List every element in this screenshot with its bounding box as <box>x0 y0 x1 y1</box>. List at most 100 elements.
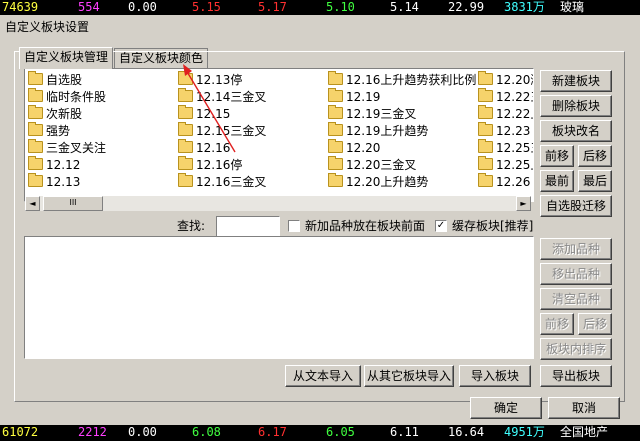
sector-list-item-label: 三金叉关注 <box>46 141 107 155</box>
sector-list-item[interactable]: 12.20 <box>328 139 381 156</box>
sort-in-sector-button[interactable]: 板块内排序 <box>540 338 612 360</box>
import-from-text-button[interactable]: 从文本导入 <box>285 365 361 387</box>
tab-sector-management[interactable]: 自定义板块管理 <box>19 47 114 69</box>
folder-icon <box>478 105 493 119</box>
rename-sector-button[interactable]: 板块改名 <box>540 120 612 142</box>
import-sector-button[interactable]: 导入板块 <box>459 365 531 387</box>
sector-list-item-label: 12.20上升趋势 <box>346 175 429 189</box>
sector-list-item-label: 12.22上 <box>496 107 533 121</box>
sector-list-item[interactable]: 12.19三金叉 <box>328 105 417 122</box>
scroll-thumb[interactable]: III <box>43 196 103 211</box>
sector-list-item[interactable]: 12.26 <box>478 173 531 190</box>
sector-list-item[interactable]: 12.14三金叉 <box>178 88 267 105</box>
sector-list-item[interactable]: 12.20涨 <box>478 71 533 88</box>
window-title: 自定义板块设置 <box>5 20 90 34</box>
sector-list-item-label: 12.13 <box>46 175 81 189</box>
sector-list-item[interactable]: 12.19上升趋势 <box>328 122 429 139</box>
sector-list-item-label: 12.14三金叉 <box>196 90 267 104</box>
folder-icon <box>178 156 193 170</box>
ticker-top-volume: 74639 <box>2 0 39 14</box>
folder-icon <box>178 88 193 102</box>
migrate-watchlist-button[interactable]: 自选股迁移 <box>540 195 612 217</box>
sector-list-item-label: 12.12 <box>46 158 81 172</box>
folder-icon <box>478 156 493 170</box>
cache-sector-label: 缓存板块[推荐] <box>452 219 534 233</box>
move-forward-button[interactable]: 前移 <box>540 145 574 167</box>
ticker-bottom-price: 6.11 <box>390 425 419 439</box>
sector-list-item[interactable]: 12.19 <box>328 88 380 105</box>
sector-list-item[interactable]: 12.16停 <box>178 156 243 173</box>
search-label: 查找: <box>177 219 206 233</box>
folder-icon <box>328 173 343 187</box>
sector-list-item-label: 12.16三金叉 <box>196 175 267 189</box>
ticker-top-price: 5.14 <box>390 0 419 14</box>
sector-list-item[interactable]: 12.25上 <box>478 156 533 173</box>
sector-list-item[interactable]: 12.20三金叉 <box>328 156 416 173</box>
sector-list-item-label: 12.19上升趋势 <box>346 124 429 138</box>
sector-list-item[interactable]: 强势 <box>28 122 70 139</box>
export-sector-button[interactable]: 导出板块 <box>540 365 612 387</box>
ticker-top-open: 5.15 <box>192 0 221 14</box>
scroll-right-arrow-icon[interactable]: ► <box>516 196 531 211</box>
clear-items-button[interactable]: 清空品种 <box>540 288 612 310</box>
import-from-other-sector-button[interactable]: 从其它板块导入 <box>364 365 454 387</box>
sector-list-item[interactable]: 12.23 <box>478 122 530 139</box>
sector-list-item[interactable]: 12.15三金叉 <box>178 122 266 139</box>
title-bar[interactable]: 自定义板块设置 <box>0 15 640 35</box>
move-last-button[interactable]: 最后 <box>578 170 612 192</box>
add-item-button[interactable]: 添加品种 <box>540 238 612 260</box>
quote-ticker-top: 74639 554 0.00 5.15 5.17 5.10 5.14 22.99… <box>0 0 640 16</box>
folder-icon <box>28 156 43 170</box>
item-backward-button[interactable]: 后移 <box>578 313 612 335</box>
sector-list-item[interactable]: 12.22上 <box>478 105 533 122</box>
sector-list-item[interactable]: 12.16 <box>178 139 230 156</box>
folder-icon <box>28 105 43 119</box>
cancel-button[interactable]: 取消 <box>548 397 620 419</box>
sector-list-item[interactable]: 自选股 <box>28 71 83 88</box>
new-sector-button[interactable]: 新建板块 <box>540 70 612 92</box>
ticker-bottom-open: 6.08 <box>192 425 221 439</box>
folder-icon <box>478 71 493 85</box>
sector-list-item[interactable]: 临时条件股 <box>28 88 106 105</box>
sector-list-item-label: 12.16停 <box>196 158 243 172</box>
ticker-bottom-change: 0.00 <box>128 425 157 439</box>
ticker-bottom-volume: 61072 <box>2 425 39 439</box>
delete-sector-button[interactable]: 删除板块 <box>540 95 612 117</box>
ticker-top-current-volume: 554 <box>78 0 100 14</box>
sector-list-item-label: 12.22三 <box>496 90 533 104</box>
ok-button[interactable]: 确定 <box>470 397 542 419</box>
sector-list-item[interactable]: 12.13 <box>28 173 81 190</box>
folder-icon <box>328 88 343 102</box>
sector-list-item-label: 12.26 <box>496 175 531 189</box>
sector-list-item[interactable]: 12.20上升趋势 <box>328 173 429 190</box>
sector-list-item-label: 12.20 <box>346 141 381 155</box>
ticker-top-change: 0.00 <box>128 0 157 14</box>
folder-icon <box>328 105 343 119</box>
sector-list-item[interactable]: 12.25三 <box>478 139 533 156</box>
add-front-checkbox[interactable] <box>288 220 300 232</box>
search-input[interactable] <box>216 216 280 237</box>
sector-list[interactable]: 自选股 临时条件股次新股 强势三金叉关注 12.12 12.13 12.13停 12.14三… <box>24 68 534 202</box>
sector-list-item[interactable]: 12.12 <box>28 156 81 173</box>
remove-item-button[interactable]: 移出品种 <box>540 263 612 285</box>
cache-sector-checkbox[interactable]: ✓ <box>435 220 447 232</box>
move-backward-button[interactable]: 后移 <box>578 145 612 167</box>
sector-stock-list[interactable] <box>24 236 534 359</box>
ticker-bottom-high: 6.17 <box>258 425 287 439</box>
scroll-left-arrow-icon[interactable]: ◄ <box>25 196 40 211</box>
sector-list-item[interactable]: 次新股 <box>28 105 83 122</box>
sector-list-item-label: 12.19三金叉 <box>346 107 417 121</box>
sector-list-item[interactable]: 12.22三 <box>478 88 533 105</box>
item-forward-button[interactable]: 前移 <box>540 313 574 335</box>
sector-list-item[interactable]: 12.16三金叉 <box>178 173 267 190</box>
sector-list-item[interactable]: 12.13停 <box>178 71 242 88</box>
sector-list-item-label: 次新股 <box>46 107 83 121</box>
move-first-button[interactable]: 最前 <box>540 170 574 192</box>
sector-list-item[interactable]: 12.16上升趋势获利比例 <box>328 71 477 88</box>
list-horizontal-scrollbar[interactable]: ◄ III ► <box>25 196 531 211</box>
sector-list-item[interactable]: 12.15 <box>178 105 230 122</box>
folder-icon <box>178 139 193 153</box>
sector-list-item-label: 自选股 <box>46 73 83 87</box>
sector-list-item[interactable]: 三金叉关注 <box>28 139 107 156</box>
sector-list-item-label: 12.16上升趋势获利比例 <box>346 73 477 87</box>
